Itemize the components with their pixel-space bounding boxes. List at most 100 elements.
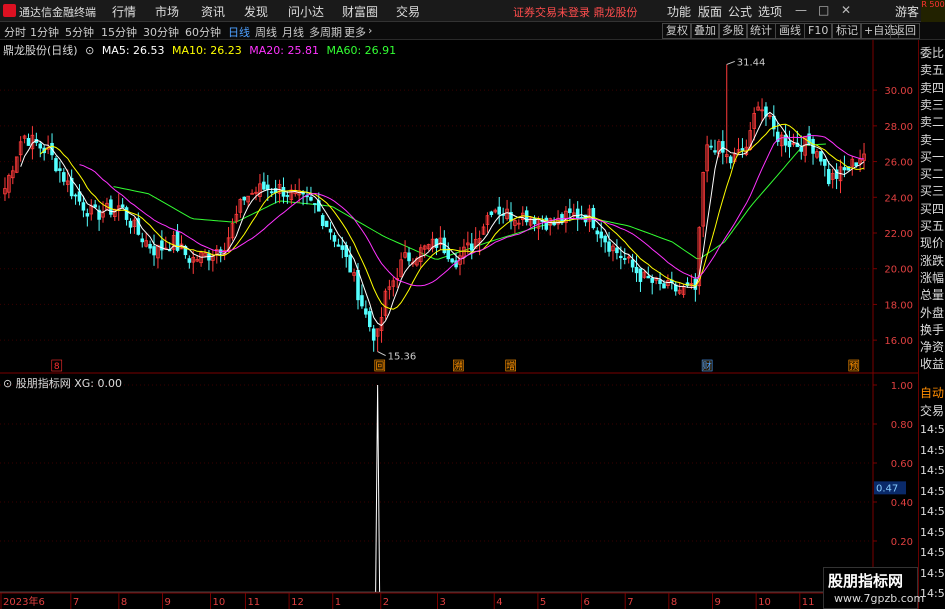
time-tick-label: 5 (540, 597, 546, 608)
period-monthly[interactable]: 月线 (282, 24, 304, 40)
menu-discover[interactable]: 发现 (244, 3, 268, 20)
indicator-legend: ⊙ 股朋指标网 XG: 0.00 (3, 375, 122, 391)
menu-formula[interactable]: 公式 (728, 3, 752, 20)
period-15min[interactable]: 15分钟 (101, 24, 137, 40)
btn-stats[interactable]: 统计 (746, 23, 776, 39)
candle-body (73, 194, 78, 197)
time-tick-label: 9 (714, 597, 720, 608)
kline-chart[interactable]: 30.00 28.00 26.00 24.00 22.00 20.00 18.00 16.00… (0, 40, 918, 609)
candle-body (615, 247, 619, 254)
candle-body (364, 308, 368, 315)
time-tick-label: 11 (247, 597, 260, 608)
btn-f10[interactable]: F10 (804, 23, 833, 39)
period-weekly[interactable]: 周线 (255, 24, 277, 40)
indicator-label[interactable]: 股朋指标网 XG: 0.00 (16, 377, 122, 390)
menu-layout[interactable]: 版面 (698, 3, 722, 20)
btn-mark[interactable]: 标记 (832, 23, 862, 39)
candle-body (266, 184, 270, 190)
candle-body (128, 220, 133, 228)
ma20-line (79, 135, 865, 287)
period-more[interactable]: 更多 (344, 24, 366, 40)
time-tick-label: 8 (121, 597, 127, 608)
candle-body (450, 258, 454, 263)
candle-body (93, 204, 97, 208)
candle-body (619, 255, 623, 259)
event-mark: 8 (54, 362, 60, 372)
minimize-icon[interactable]: — (795, 3, 807, 17)
candle-body (269, 191, 274, 194)
period-5min[interactable]: 5分钟 (65, 24, 94, 40)
app-title: 通达信金融终端 (19, 6, 96, 19)
side-field-18: 收益 (920, 357, 945, 372)
stock-name[interactable]: 鼎龙股份(日线) (3, 44, 78, 57)
candle-body (120, 204, 125, 208)
maximize-icon[interactable]: □ (818, 3, 829, 17)
chevron-right-icon[interactable]: › (368, 24, 372, 37)
btn-multistock[interactable]: 多股 (718, 23, 748, 39)
info-icon[interactable]: ⊙ (3, 377, 12, 390)
candle-body (54, 158, 58, 172)
menu-options[interactable]: 选项 (758, 3, 782, 20)
side-field-11: 现价 (920, 236, 945, 251)
close-icon[interactable]: ✕ (841, 3, 851, 17)
price-axis: 30.00 28.00 26.00 24.00 22.00 20.00 18.00 16.00 (873, 86, 913, 347)
signal-spike (375, 384, 381, 593)
candle-body (320, 215, 325, 227)
side-field-3: 卖三 (920, 97, 945, 112)
candle-body (842, 167, 847, 171)
candle-body (285, 195, 290, 197)
candle-body (62, 172, 66, 182)
guest-label[interactable]: 游客 (895, 3, 919, 20)
candle-body (152, 246, 156, 256)
annotation-pointer (377, 351, 386, 357)
candle-body (568, 208, 572, 214)
ma-lines (20, 111, 865, 327)
info-icon[interactable]: ⊙ (85, 44, 94, 57)
period-daily[interactable]: 日线 (228, 24, 250, 40)
menu-wealth[interactable]: 财富圈 (342, 3, 378, 20)
ma10-label: MA10: 26.23 (172, 44, 242, 57)
period-30min[interactable]: 30分钟 (143, 24, 179, 40)
period-1min[interactable]: 1分钟 (30, 24, 59, 40)
menu-news[interactable]: 资讯 (201, 3, 225, 20)
side-field-0: 委比 (920, 46, 945, 60)
menu-ask[interactable]: 问小达 (288, 3, 324, 20)
candle-body (646, 276, 651, 279)
candle-body (607, 241, 611, 252)
btn-back[interactable]: 返回 (890, 23, 920, 39)
candle-body (313, 203, 317, 205)
auto-trade-toggle[interactable]: 自动 (920, 384, 945, 401)
menu-quotes[interactable]: 行情 (112, 3, 136, 20)
price-tick-label: 24.00 (884, 193, 913, 204)
event-mark: 预 (849, 361, 858, 372)
candle-body (658, 279, 662, 284)
high-price-annotation: 31.44 (737, 57, 766, 68)
menu-function[interactable]: 功能 (667, 3, 691, 20)
btn-draw[interactable]: 画线 (775, 23, 805, 39)
candle-body (497, 206, 501, 215)
time-tick-label: 2023年6 (3, 595, 45, 608)
trade-time: 14:56 (920, 546, 945, 559)
btn-adjust[interactable]: 复权 (662, 23, 692, 39)
menu-market[interactable]: 市场 (155, 3, 179, 20)
candle-body (634, 266, 639, 274)
candle-body (140, 238, 145, 243)
candle-body (599, 231, 603, 239)
period-multi[interactable]: 多周期 (309, 24, 342, 40)
time-tick-label: 9 (165, 597, 171, 608)
ma10-line (39, 123, 865, 310)
period-60min[interactable]: 60分钟 (185, 24, 221, 40)
menu-trade[interactable]: 交易 (396, 3, 420, 20)
candle-body (603, 235, 607, 243)
time-tick-label: 7 (73, 597, 79, 608)
candle-body (709, 145, 713, 148)
period-timeshare[interactable]: 分时 (4, 24, 26, 40)
trade-label[interactable]: 交易 (920, 402, 945, 419)
side-field-5: 卖一 (920, 132, 945, 147)
candle-body (38, 143, 43, 149)
btn-overlay[interactable]: 叠加 (690, 23, 720, 39)
login-notice[interactable]: 证券交易未登录 鼎龙股份 (513, 4, 638, 20)
side-field-1: 卖五 (920, 63, 945, 78)
candle-body (328, 228, 333, 233)
candle-body (262, 181, 266, 190)
